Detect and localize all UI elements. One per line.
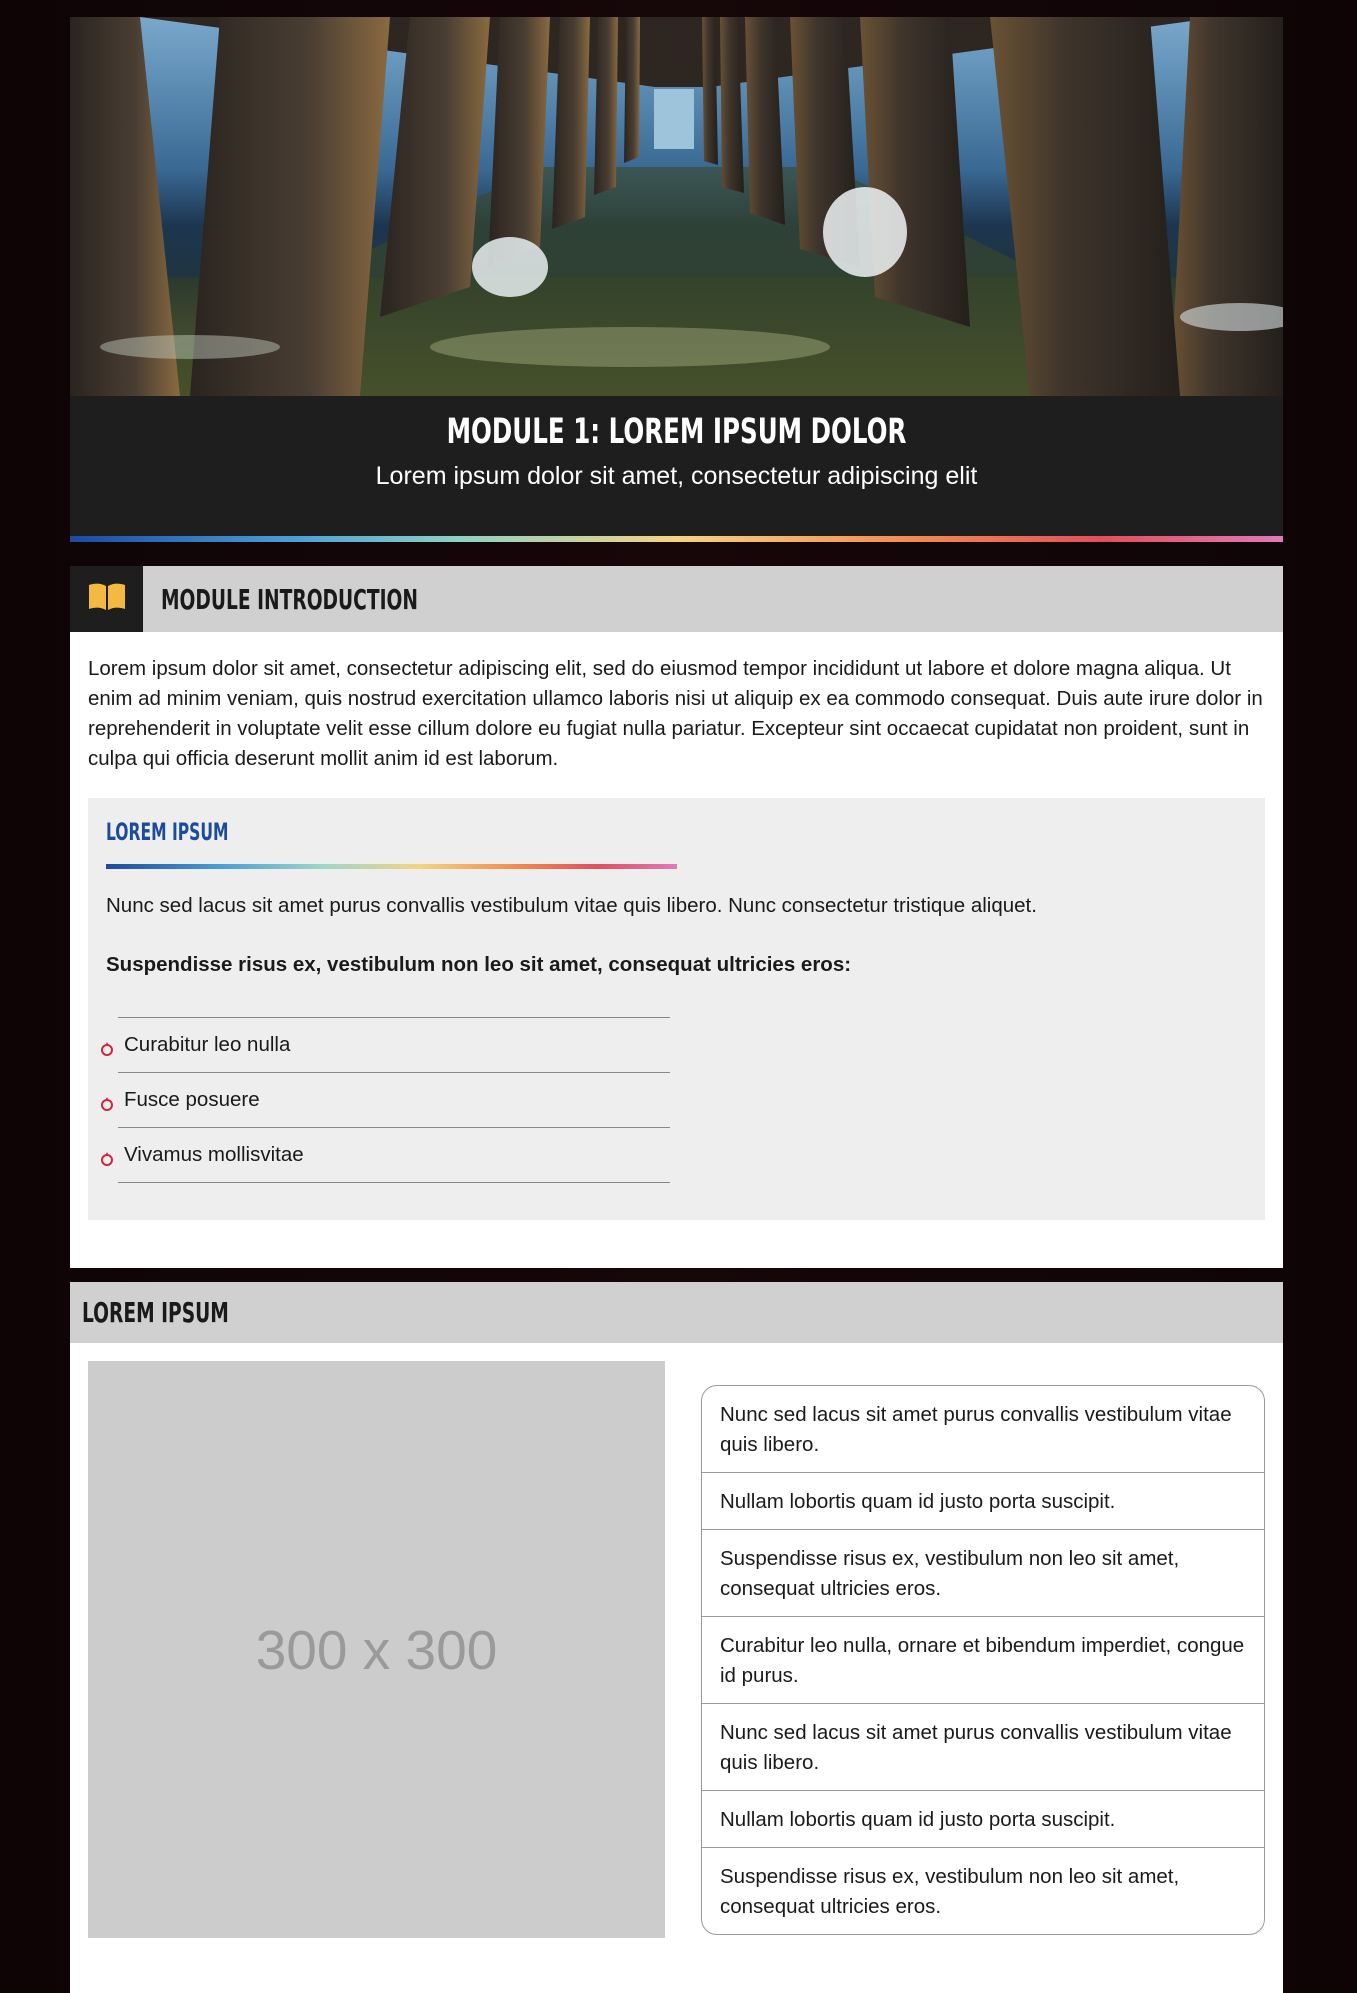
hero-banner: MODULE 1: LOREM IPSUM DOLOR Lorem ipsum … [70, 17, 1283, 542]
intro-paragraph: Lorem ipsum dolor sit amet, consectetur … [88, 657, 1263, 770]
section-title: MODULE INTRODUCTION [161, 582, 418, 616]
hero-caption: MODULE 1: LOREM IPSUM DOLOR Lorem ipsum … [70, 396, 1283, 536]
info-list: Nunc sed lacus sit amet purus convallis … [701, 1385, 1265, 1935]
flame-icon [100, 1038, 114, 1056]
page-subtitle: Lorem ipsum dolor sit amet, consectetur … [375, 462, 978, 490]
placeholder-label: 300 x 300 [255, 1618, 498, 1681]
callout-box: LOREM IPSUM Nunc sed lacus sit amet puru… [88, 798, 1265, 1220]
open-book-icon [87, 582, 127, 616]
rainbow-divider [70, 536, 1283, 542]
list-item: Nunc sed lacus sit amet purus convallis … [702, 1704, 1264, 1791]
module-introduction-header: MODULE INTRODUCTION [70, 566, 1283, 632]
callout-rainbow-underline [106, 864, 677, 869]
page: MODULE 1: LOREM IPSUM DOLOR Lorem ipsum … [0, 0, 1357, 1993]
list-item: Nunc sed lacus sit amet purus convallis … [702, 1386, 1264, 1473]
list-item: Curabitur leo nulla, ornare et bibendum … [702, 1617, 1264, 1704]
flame-icon [100, 1148, 114, 1166]
list-item: Nullam lobortis quam id justo porta susc… [702, 1791, 1264, 1848]
list-item: Suspendisse risus ex, vestibulum non leo… [702, 1530, 1264, 1617]
list-item: Vivamus mollisvitae [101, 1128, 670, 1183]
bullet-list: Curabitur leo nulla Fusce posuere Vivamu… [101, 1017, 670, 1183]
module-introduction-card: MODULE INTRODUCTION Lorem ipsum dolor si… [70, 566, 1283, 1268]
image-placeholder: 300 x 300 [88, 1361, 665, 1938]
list-item: Nullam lobortis quam id justo porta susc… [702, 1473, 1264, 1530]
callout-bold-text: Suspendisse risus ex, vestibulum non leo… [106, 953, 852, 976]
section-title: LOREM IPSUM [82, 1296, 229, 1329]
lorem-ipsum-card: LOREM IPSUM 300 x 300 Nunc sed lacus sit… [70, 1282, 1283, 1993]
list-item-label: Fusce posuere [124, 1088, 260, 1111]
list-item: Suspendisse risus ex, vestibulum non leo… [720, 1865, 1180, 1918]
callout-title: LOREM IPSUM [106, 818, 229, 846]
list-item: Fusce posuere [101, 1073, 670, 1128]
list-item-label: Vivamus mollisvitae [124, 1143, 304, 1166]
list-item-label: Curabitur leo nulla [124, 1033, 291, 1056]
hero-image-pier [70, 17, 1283, 396]
list-item: Curabitur leo nulla [101, 1018, 670, 1073]
page-title: MODULE 1: LOREM IPSUM DOLOR [446, 412, 907, 452]
callout-text: Nunc sed lacus sit amet purus convallis … [106, 894, 1037, 917]
icon-box [70, 566, 143, 632]
flame-icon [100, 1093, 114, 1111]
lorem-ipsum-header: LOREM IPSUM [70, 1282, 1283, 1343]
